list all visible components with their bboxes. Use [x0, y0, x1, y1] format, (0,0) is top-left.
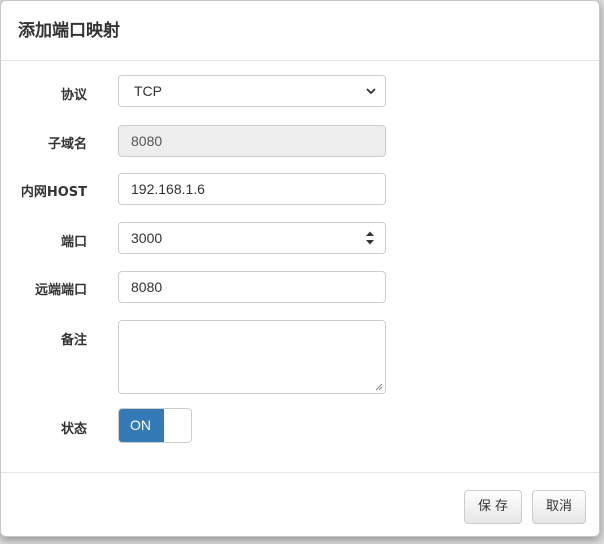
remark-row: 备注: [1, 320, 599, 394]
cancel-button[interactable]: 取消: [532, 490, 586, 524]
status-toggle-on-label: ON: [119, 409, 164, 442]
lan-host-row: 内网HOST 192.168.1.6: [1, 173, 599, 207]
protocol-selected-value: TCP: [134, 83, 162, 99]
number-spinner-icon[interactable]: [365, 230, 375, 246]
port-row: 端口 3000: [1, 222, 599, 256]
subdomain-field: 8080: [118, 125, 386, 157]
status-label: 状态: [60, 422, 87, 437]
dialog-header: 添加端口映射: [1, 1, 599, 61]
port-value: 3000: [131, 230, 163, 246]
subdomain-row: 子域名 8080: [1, 125, 599, 159]
add-port-mapping-dialog: 添加端口映射 协议 TCP 子域名 8080 内网HOST 192.168.1.…: [0, 0, 600, 537]
port-label: 端口: [60, 235, 87, 250]
status-toggle-handle[interactable]: [164, 409, 191, 442]
remark-label: 备注: [60, 333, 87, 348]
status-row: 状态 ON: [1, 408, 599, 444]
lan-host-label: 内网HOST: [20, 185, 87, 200]
protocol-select[interactable]: TCP: [118, 75, 386, 107]
protocol-row: 协议 TCP: [1, 75, 599, 109]
lan-host-value: 192.168.1.6: [131, 181, 205, 197]
port-number-input[interactable]: 3000: [118, 222, 386, 254]
chevron-down-icon: [366, 88, 376, 95]
remote-port-value: 8080: [131, 279, 163, 295]
subdomain-label: 子域名: [47, 137, 87, 152]
remark-textarea[interactable]: [118, 320, 386, 394]
subdomain-value: 8080: [131, 133, 163, 149]
dialog-title: 添加端口映射: [18, 21, 120, 41]
remote-port-input[interactable]: 8080: [118, 271, 386, 303]
remote-port-row: 远端端口 8080: [1, 271, 599, 305]
status-toggle-switch[interactable]: ON: [118, 408, 192, 443]
lan-host-input[interactable]: 192.168.1.6: [118, 173, 386, 205]
protocol-label: 协议: [60, 88, 87, 103]
remote-port-label: 远端端口: [34, 283, 87, 298]
dialog-footer: 保存 取消: [1, 472, 599, 536]
save-button[interactable]: 保存: [464, 490, 522, 524]
resize-grip-icon[interactable]: [375, 383, 383, 391]
